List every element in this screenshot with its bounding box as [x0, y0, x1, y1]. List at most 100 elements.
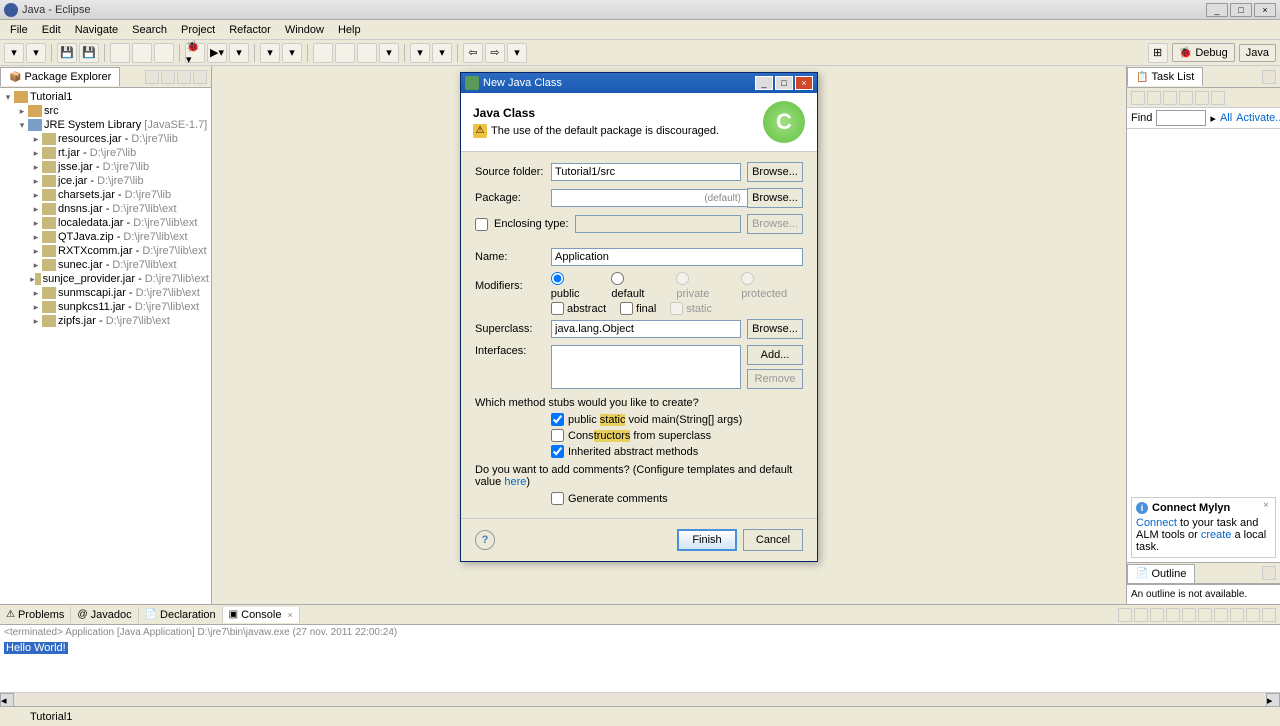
new-button[interactable]: ▾	[4, 43, 24, 63]
jar-item[interactable]: sunpkcs11.jar - D:\jre7\lib\ext	[58, 301, 199, 313]
jar-item[interactable]: sunjce_provider.jar - D:\jre7\lib\ext	[43, 273, 209, 285]
nav-button[interactable]: ▾	[507, 43, 527, 63]
package-browse-button[interactable]: Browse...	[747, 188, 803, 208]
source-folder-input[interactable]	[551, 163, 741, 181]
console-tool[interactable]	[1230, 608, 1244, 622]
tool-button[interactable]: ▾	[410, 43, 430, 63]
connect-link[interactable]: Connect	[1136, 517, 1177, 529]
jar-item[interactable]: sunec.jar - D:\jre7\lib\ext	[58, 259, 177, 271]
add-interface-button[interactable]: Add...	[747, 345, 803, 365]
tool-button[interactable]: ▾	[282, 43, 302, 63]
create-link[interactable]: create	[1201, 529, 1232, 541]
tool-button[interactable]	[313, 43, 333, 63]
task-tool[interactable]	[1179, 91, 1193, 105]
view-tool[interactable]	[161, 70, 175, 84]
here-link[interactable]: here	[504, 476, 526, 488]
console-tool[interactable]	[1246, 608, 1260, 622]
public-radio[interactable]: public	[551, 272, 596, 300]
final-checkbox[interactable]: final	[620, 302, 656, 315]
minimize-button[interactable]: _	[1206, 3, 1228, 17]
java-perspective[interactable]: Java	[1239, 44, 1276, 62]
problems-tab[interactable]: ⚠ Problems	[0, 607, 71, 623]
jar-item[interactable]: jsse.jar - D:\jre7\lib	[58, 161, 149, 173]
horizontal-scrollbar[interactable]: ◂ ▸	[0, 692, 1280, 706]
jar-item[interactable]: sunmscapi.jar - D:\jre7\lib\ext	[58, 287, 200, 299]
src-folder[interactable]: src	[44, 105, 59, 117]
finish-button[interactable]: Finish	[677, 529, 737, 551]
view-menu[interactable]	[193, 70, 207, 84]
project-tree[interactable]: ▾Tutorial1 ▸src ▾JRE System Library [Jav…	[0, 88, 211, 604]
jar-item[interactable]: RXTXcomm.jar - D:\jre7\lib\ext	[58, 245, 207, 257]
outline-tab[interactable]: 📄 Outline	[1127, 564, 1195, 583]
package-explorer-tab[interactable]: 📦 Package Explorer	[0, 67, 120, 86]
enclosing-type-checkbox[interactable]	[475, 218, 488, 231]
task-tool[interactable]	[1211, 91, 1225, 105]
default-radio[interactable]: default	[611, 272, 660, 300]
run-config-button[interactable]: ▾	[229, 43, 249, 63]
run-button[interactable]: ▶▾	[207, 43, 227, 63]
menu-help[interactable]: Help	[332, 22, 367, 38]
activate-link[interactable]: Activate...	[1236, 112, 1280, 124]
menu-edit[interactable]: Edit	[36, 22, 67, 38]
jar-item[interactable]: jce.jar - D:\jre7\lib	[58, 175, 144, 187]
task-tool[interactable]	[1163, 91, 1177, 105]
debug-button[interactable]: 🐞▾	[185, 43, 205, 63]
task-tool[interactable]	[1195, 91, 1209, 105]
console-tab[interactable]: ▣ Console×	[223, 607, 300, 623]
dialog-maximize-button[interactable]: □	[775, 76, 793, 90]
task-tool[interactable]	[1131, 91, 1145, 105]
console-output[interactable]: Hello World!	[0, 640, 1280, 692]
save-all-button[interactable]: 💾	[79, 43, 99, 63]
console-tool[interactable]	[1214, 608, 1228, 622]
view-tool[interactable]	[177, 70, 191, 84]
jar-item[interactable]: QTJava.zip - D:\jre7\lib\ext	[58, 231, 188, 243]
superclass-browse-button[interactable]: Browse...	[747, 319, 803, 339]
menu-refactor[interactable]: Refactor	[223, 22, 277, 38]
close-button[interactable]: ×	[1254, 3, 1276, 17]
generate-comments-checkbox[interactable]	[551, 492, 564, 505]
debug-perspective[interactable]: 🐞 Debug	[1172, 43, 1235, 62]
tool-button[interactable]: ▾	[260, 43, 280, 63]
jar-item[interactable]: resources.jar - D:\jre7\lib	[58, 133, 178, 145]
jar-item[interactable]: dnsns.jar - D:\jre7\lib\ext	[58, 203, 177, 215]
find-input[interactable]	[1156, 110, 1206, 126]
jar-item[interactable]: charsets.jar - D:\jre7\lib	[58, 189, 171, 201]
tool-button[interactable]: ▾	[432, 43, 452, 63]
console-tool[interactable]	[1182, 608, 1196, 622]
scroll-left-button[interactable]: ◂	[0, 693, 14, 707]
console-tool[interactable]	[1150, 608, 1164, 622]
javadoc-tab[interactable]: @ Javadoc	[71, 607, 138, 623]
main-method-checkbox[interactable]	[551, 413, 564, 426]
inherited-checkbox[interactable]	[551, 445, 564, 458]
dialog-minimize-button[interactable]: _	[755, 76, 773, 90]
console-tool[interactable]	[1198, 608, 1212, 622]
abstract-checkbox[interactable]: abstract	[551, 302, 606, 315]
tool-button[interactable]	[357, 43, 377, 63]
maximize-button[interactable]: □	[1230, 3, 1252, 17]
save-button[interactable]: 💾	[57, 43, 77, 63]
find-play-icon[interactable]: ▸	[1210, 112, 1216, 125]
view-tool[interactable]	[1262, 566, 1276, 580]
superclass-input[interactable]	[551, 320, 741, 338]
jar-item[interactable]: rt.jar - D:\jre7\lib	[58, 147, 136, 159]
view-tool[interactable]	[1262, 70, 1276, 84]
cancel-button[interactable]: Cancel	[743, 529, 803, 551]
view-tool[interactable]	[145, 70, 159, 84]
jar-item[interactable]: localedata.jar - D:\jre7\lib\ext	[58, 217, 197, 229]
scroll-right-button[interactable]: ▸	[1266, 693, 1280, 707]
close-icon[interactable]: ×	[1263, 500, 1273, 510]
open-button[interactable]: ▾	[26, 43, 46, 63]
forward-button[interactable]: ⇨	[485, 43, 505, 63]
tool-button[interactable]	[154, 43, 174, 63]
task-tool[interactable]	[1147, 91, 1161, 105]
back-button[interactable]: ⇦	[463, 43, 483, 63]
console-tool[interactable]	[1262, 608, 1276, 622]
dialog-titlebar[interactable]: New Java Class _ □ ×	[461, 73, 817, 93]
tool-button[interactable]: ▾	[379, 43, 399, 63]
close-icon[interactable]: ×	[287, 610, 292, 620]
console-tool[interactable]	[1166, 608, 1180, 622]
console-tool[interactable]	[1118, 608, 1132, 622]
jre-library[interactable]: JRE System Library [JavaSE-1.7]	[44, 119, 207, 131]
console-tool[interactable]	[1134, 608, 1148, 622]
open-perspective-button[interactable]: ⊞	[1148, 43, 1168, 63]
